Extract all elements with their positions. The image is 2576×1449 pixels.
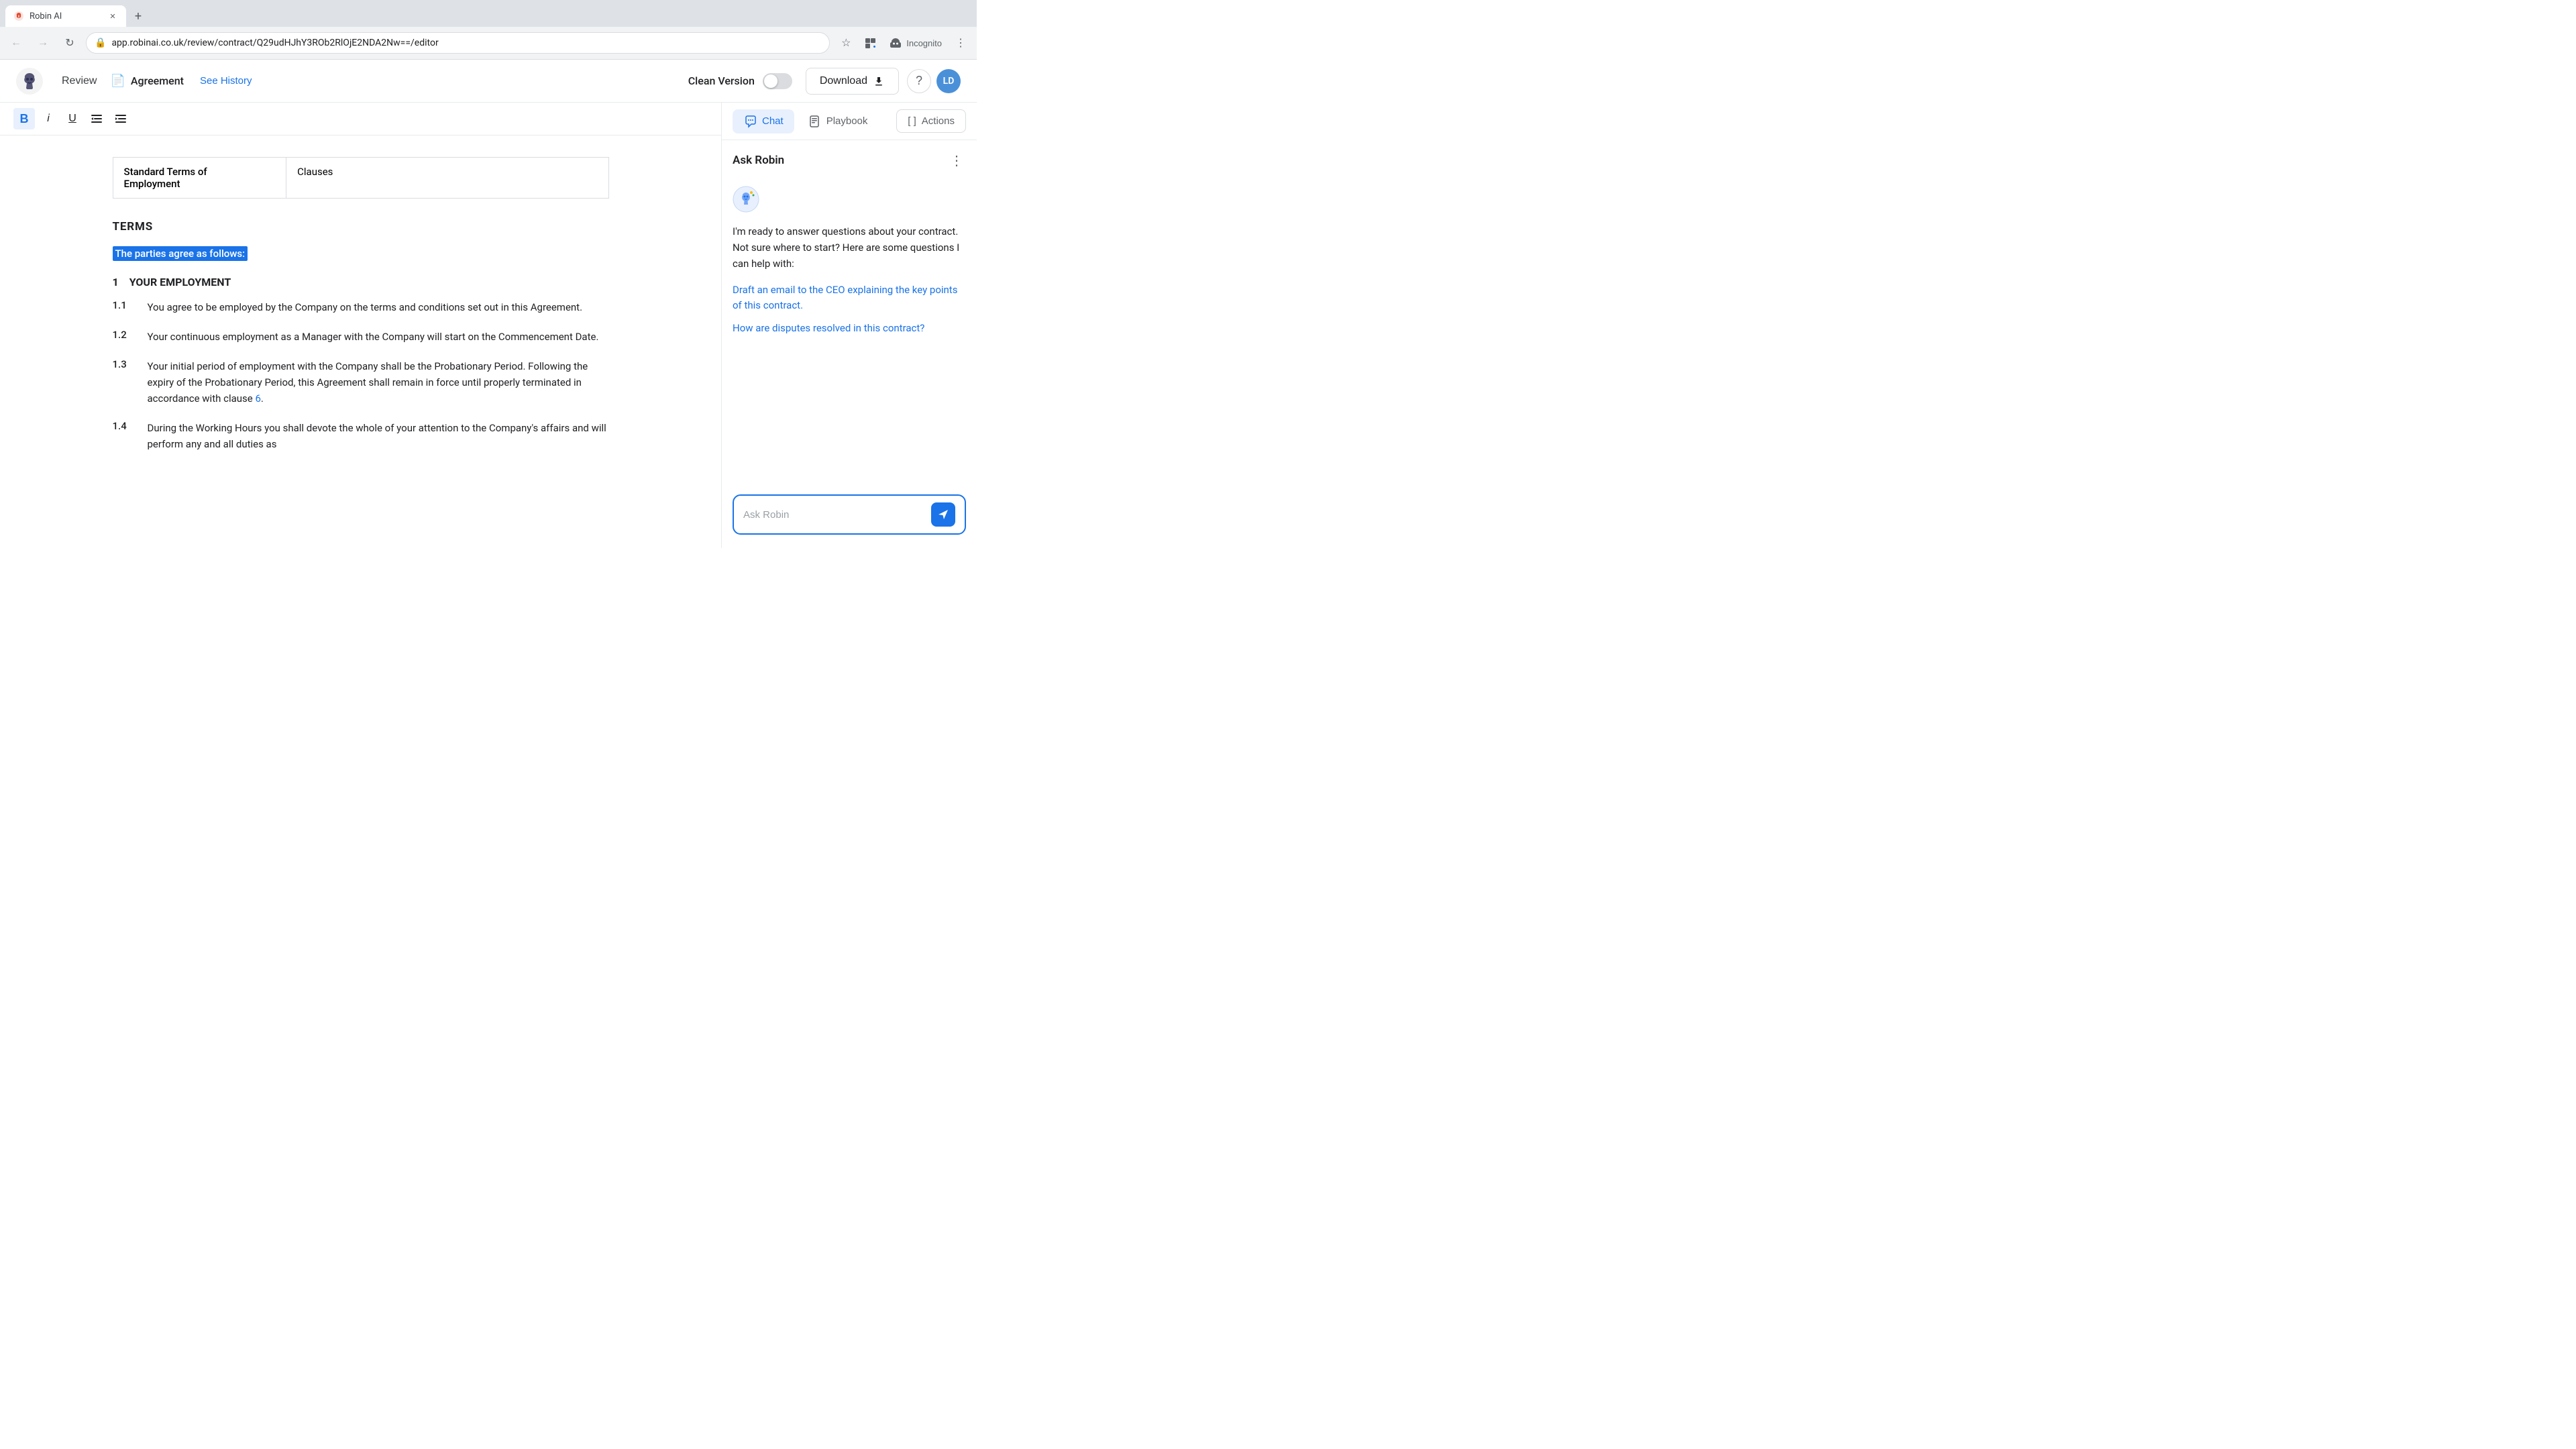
more-btn[interactable]: ⋮	[950, 32, 971, 54]
tab-favicon	[13, 11, 24, 21]
download-label: Download	[820, 75, 867, 87]
chat-panel: Ask Robin ⋮	[722, 140, 977, 548]
chat-messages: I'm ready to answer questions about your…	[733, 180, 966, 489]
section1-heading: 1 YOUR EMPLOYMENT	[113, 276, 609, 288]
help-btn[interactable]: ?	[907, 69, 931, 93]
url-text: app.robinai.co.uk/review/contract/Q29udH…	[111, 38, 821, 48]
clause-1-2-text: Your continuous employment as a Manager …	[148, 329, 599, 345]
clause-1-1: 1.1 You agree to be employed by the Comp…	[113, 299, 609, 315]
nav-right-actions: ☆ Incognito ⋮	[835, 32, 971, 54]
ask-robin-title: Ask Robin	[733, 154, 784, 167]
employment-table: Standard Terms ofEmployment Clauses	[113, 157, 609, 199]
chat-icon	[743, 115, 757, 128]
tab-playbook[interactable]: Playbook	[797, 109, 879, 133]
chat-input[interactable]	[743, 509, 926, 521]
clean-version-label: Clean Version	[688, 74, 755, 87]
clean-version-toggle[interactable]	[763, 73, 792, 89]
send-icon	[937, 508, 949, 521]
see-history-btn[interactable]: See History	[192, 70, 260, 92]
table-cell-terms: Standard Terms ofEmployment	[113, 158, 286, 199]
clause-1-2: 1.2 Your continuous employment as a Mana…	[113, 329, 609, 345]
playbook-icon	[808, 115, 821, 128]
bold-btn[interactable]: B	[13, 108, 35, 129]
clause-1-4-text: During the Working Hours you shall devot…	[148, 420, 609, 452]
right-panel-tabs: Chat Playbook [ ] Actions	[722, 103, 977, 140]
tab-actions-label: Actions	[922, 115, 955, 127]
address-bar[interactable]: 🔒 app.robinai.co.uk/review/contract/Q29u…	[86, 32, 830, 54]
main-layout: B i U	[0, 103, 977, 548]
indent-decrease-btn[interactable]	[86, 108, 107, 129]
robin-message-1: I'm ready to answer questions about your…	[733, 223, 966, 272]
chat-header: Ask Robin ⋮	[733, 151, 966, 170]
clause-1-4: 1.4 During the Working Hours you shall d…	[113, 420, 609, 452]
incognito-btn[interactable]: Incognito	[883, 34, 947, 52]
user-avatar[interactable]: LD	[936, 69, 961, 93]
incognito-label: Incognito	[906, 38, 942, 48]
clause-1-4-num: 1.4	[113, 420, 131, 452]
actions-bracket-icon: [ ]	[908, 115, 916, 127]
download-icon	[873, 75, 885, 87]
italic-btn[interactable]: i	[38, 108, 59, 129]
clause-1-3-num: 1.3	[113, 358, 131, 407]
back-btn[interactable]: ←	[5, 32, 27, 54]
clause-list: 1.1 You agree to be employed by the Comp…	[113, 299, 609, 452]
browser-tabs: Robin AI ✕ +	[0, 0, 977, 27]
clause-1-3-text: Your initial period of employment with t…	[148, 358, 609, 407]
right-panel: Chat Playbook [ ] Actions	[722, 103, 977, 548]
robin-avatar-icon	[733, 186, 759, 213]
new-tab-btn[interactable]: +	[129, 7, 148, 25]
editor-toolbar: B i U	[0, 103, 721, 136]
tab-chat-label: Chat	[762, 115, 784, 127]
chat-input-wrapper	[733, 494, 966, 535]
chat-input-area	[733, 489, 966, 537]
tab-chat[interactable]: Chat	[733, 109, 794, 133]
clause-1-1-text: You agree to be employed by the Company …	[148, 299, 583, 315]
editor-panel[interactable]: B i U	[0, 103, 722, 548]
robin-avatar-container	[733, 186, 966, 223]
more-options-btn[interactable]: ⋮	[947, 151, 966, 170]
reload-btn[interactable]: ↻	[59, 32, 80, 54]
header-doc: 📄 Agreement	[110, 74, 184, 88]
underline-btn[interactable]: U	[62, 108, 83, 129]
section1-title: YOUR EMPLOYMENT	[129, 276, 231, 288]
indent-increase-btn[interactable]	[110, 108, 131, 129]
review-btn[interactable]: Review	[54, 70, 105, 93]
forward-btn[interactable]: →	[32, 32, 54, 54]
clause-1-1-num: 1.1	[113, 299, 131, 315]
active-tab[interactable]: Robin AI ✕	[5, 5, 126, 27]
browser-nav: ← → ↻ 🔒 app.robinai.co.uk/review/contrac…	[0, 27, 977, 59]
clause-1-3: 1.3 Your initial period of employment wi…	[113, 358, 609, 407]
clause-1-2-num: 1.2	[113, 329, 131, 345]
url-lock-icon: 🔒	[95, 38, 106, 48]
clause-6-link[interactable]: 6	[255, 392, 260, 405]
table-row: Standard Terms ofEmployment Clauses	[113, 158, 608, 199]
tab-actions[interactable]: [ ] Actions	[896, 109, 966, 133]
doc-icon: 📄	[110, 74, 125, 88]
terms-heading: TERMS	[113, 220, 609, 233]
section1-num: 1	[113, 276, 119, 288]
tab-title: Robin AI	[30, 11, 102, 21]
document-content[interactable]: Standard Terms ofEmployment Clauses TERM…	[59, 136, 663, 487]
highlighted-text: The parties agree as follows:	[113, 246, 248, 261]
tab-close-btn[interactable]: ✕	[107, 11, 118, 21]
table-cell-clauses: Clauses	[286, 158, 608, 199]
app-logo	[16, 68, 43, 95]
bookmark-btn[interactable]: ☆	[835, 32, 857, 54]
suggestion-2[interactable]: How are disputes resolved in this contra…	[733, 321, 966, 336]
suggestion-1[interactable]: Draft an email to the CEO explaining the…	[733, 282, 966, 313]
app-header: Review 📄 Agreement See History Clean Ver…	[0, 60, 977, 103]
parties-agree-text: The parties agree as follows:	[113, 247, 609, 260]
doc-title: Agreement	[131, 74, 184, 87]
clean-version-section: Clean Version	[688, 73, 792, 89]
tab-playbook-label: Playbook	[826, 115, 868, 127]
table-col2-text: Clauses	[297, 166, 333, 178]
browser-chrome: Robin AI ✕ + ← → ↻ 🔒 app.robinai.co.uk/r…	[0, 0, 977, 60]
table-col1-text: Standard Terms ofEmployment	[124, 166, 207, 190]
download-btn[interactable]: Download	[806, 68, 899, 95]
chat-send-btn[interactable]	[931, 502, 955, 527]
extensions-btn[interactable]	[859, 32, 881, 54]
